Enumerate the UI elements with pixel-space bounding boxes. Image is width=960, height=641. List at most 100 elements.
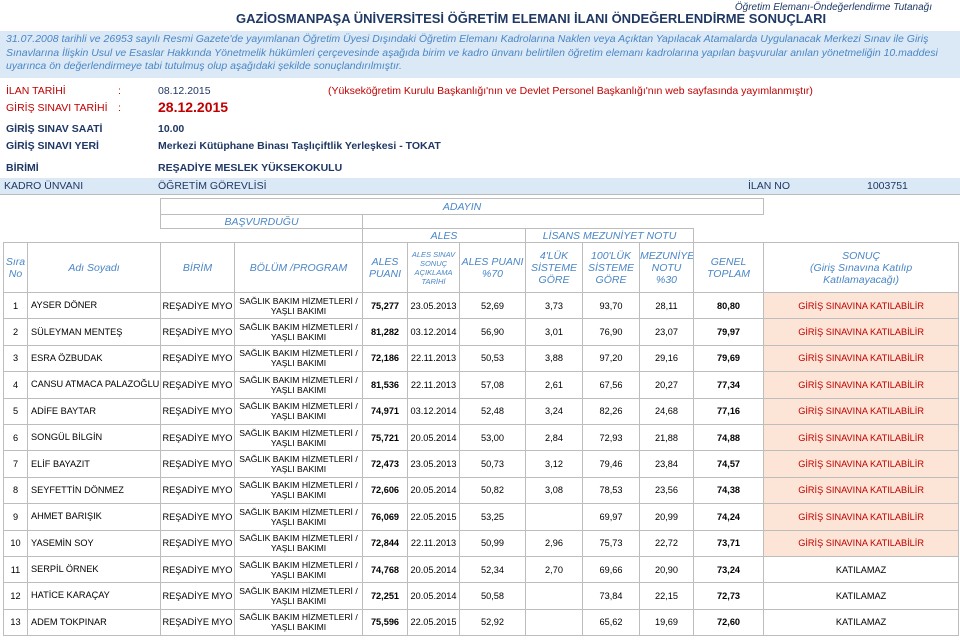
ales-puani-header: ALES PUANI <box>362 242 408 293</box>
mez-line-3: %30 <box>655 273 677 286</box>
row-mezuniyet-30: 20,99 <box>639 503 694 531</box>
ales-sinav-line-3: AÇIKLAMA <box>414 267 453 277</box>
row-name: SÜLEYMAN MENTEŞ <box>27 318 161 346</box>
row-no: 8 <box>3 476 28 505</box>
mez-line-2: NOTU <box>651 261 682 274</box>
kadro-bar: KADRO ÜNVANI ÖĞRETİM GÖREVLİSİ İLAN NO 1… <box>0 178 960 195</box>
row-ales-70: 50,99 <box>459 529 526 557</box>
genel-toplam-header: GENEL TOPLAM <box>692 242 765 293</box>
row-birim: REŞADİYE MYO <box>160 291 235 320</box>
row-dortluk: 2,96 <box>525 529 583 557</box>
row-bolum: SAĞLIK BAKIM HİZMETLERİ / YAŞLI BAKIMI <box>234 450 363 478</box>
row-name: ESRA ÖZBUDAK <box>27 344 161 373</box>
intro-section: 31.07.2008 tarihli ve 26953 sayılı Resmi… <box>0 31 960 78</box>
row-ales-70: 52,92 <box>459 608 526 637</box>
row-bolum: SAĞLIK BAKIM HİZMETLERİ / YAŞLI BAKIMI <box>234 608 363 637</box>
row-ales-70: 53,25 <box>459 503 526 531</box>
row-sonuc: GİRİŞ SINAVINA KATILABİLİR <box>763 318 960 346</box>
row-ales-tarih: 22.11.2013 <box>407 371 460 399</box>
row-yuzluk: 93,70 <box>582 291 640 320</box>
yuzluk-line-1: 100'LÜK <box>591 249 631 262</box>
table-row: 8 SEYFETTİN DÖNMEZ REŞADİYE MYO SAĞLIK BAKI… <box>3 476 960 505</box>
table-row: 1 AYSER DÖNER REŞADİYE MYO SAĞLIK BAKIM HİZ… <box>3 291 960 320</box>
adayin-header: ADAYIN <box>159 198 765 215</box>
table-row: 10 YASEMİN SOY REŞADİYE MYO SAĞLIK BAKIM Hİ… <box>3 529 960 557</box>
row-birim: REŞADİYE MYO <box>160 608 235 637</box>
row-mezuniyet-30: 29,16 <box>639 344 694 373</box>
row-mezuniyet-30: 20,90 <box>639 555 694 584</box>
ales-group-header: ALES <box>362 228 526 243</box>
row-dortluk <box>525 503 583 531</box>
row-ales-tarih: 03.12.2014 <box>407 318 460 346</box>
ales-70-header: ALES PUANI %70 <box>459 242 526 293</box>
page-header: GAZİOSMANPAŞA ÜNİVERSİTESİ ÖĞRETİM ELEMA… <box>0 0 960 30</box>
row-dortluk: 3,88 <box>525 344 583 373</box>
row-name: YASEMİN SOY <box>27 529 161 557</box>
row-bolum: SAĞLIK BAKIM HİZMETLERİ / YAŞLI BAKIMI <box>234 318 363 346</box>
row-ales-puani: 75,596 <box>362 608 408 637</box>
row-ales-tarih: 23.05.2013 <box>407 450 460 478</box>
university-title: GAZİOSMANPAŞA ÜNİVERSİTESİ ÖĞRETİM ELEMA… <box>236 11 827 26</box>
row-mezuniyet-30: 21,88 <box>639 423 694 452</box>
row-sonuc: GİRİŞ SINAVINA KATILABİLİR <box>763 450 960 478</box>
genel-line-1: GENEL <box>710 255 747 268</box>
row-yuzluk: 78,53 <box>582 476 640 505</box>
row-sonuc: GİRİŞ SINAVINA KATILABİLİR <box>763 423 960 452</box>
row-genel-toplam: 73,71 <box>692 529 765 557</box>
row-mezuniyet-30: 20,27 <box>639 371 694 399</box>
row-yuzluk: 75,73 <box>582 529 640 557</box>
row-birim: REŞADİYE MYO <box>160 318 235 346</box>
row-dortluk: 2,84 <box>525 423 583 452</box>
row-ales-puani: 76,069 <box>362 503 408 531</box>
row-ales-puani: 81,536 <box>362 371 408 399</box>
row-name: SEYFETTİN DÖNMEZ <box>27 476 161 505</box>
row-name: ADİFE BAYTAR <box>27 397 161 425</box>
row-mezuniyet-30: 22,15 <box>639 582 694 610</box>
row-dortluk: 3,08 <box>525 476 583 505</box>
table-row: 13 ADEM TOKPINAR REŞADİYE MYO SAĞLIK BAKIM … <box>3 608 960 637</box>
table-row: 7 ELİF BAYAZIT REŞADİYE MYO SAĞLIK BAKIM Hİ… <box>3 450 960 478</box>
row-birim: REŞADİYE MYO <box>160 423 235 452</box>
giris-sinavi-tarihi-colon: : <box>118 102 121 114</box>
basvurdugu-header: BAŞVURDUĞU <box>160 214 363 229</box>
row-genel-toplam: 72,60 <box>692 608 765 637</box>
yuzluk-header: 100'LÜK SİSTEME GÖRE <box>582 242 640 293</box>
row-dortluk: 3,73 <box>525 291 583 320</box>
row-ales-70: 53,00 <box>459 423 526 452</box>
row-sonuc: GİRİŞ SINAVINA KATILABİLİR <box>763 371 960 399</box>
row-ales-tarih: 20.05.2014 <box>407 423 460 452</box>
row-ales-puani: 74,971 <box>362 397 408 425</box>
row-name: SERPİL ÖRNEK <box>27 555 161 584</box>
table-row: 9 AHMET BARIŞIK REŞADİYE MYO SAĞLIK BAKIM H… <box>3 503 960 531</box>
row-dortluk: 3,24 <box>525 397 583 425</box>
bolum-header: BÖLÜM /PROGRAM <box>234 242 363 293</box>
row-ales-70: 50,58 <box>459 582 526 610</box>
sonuc-line-1: SONUÇ <box>842 249 881 262</box>
row-yuzluk: 69,97 <box>582 503 640 531</box>
row-mezuniyet-30: 23,07 <box>639 318 694 346</box>
table-row: 11 SERPİL ÖRNEK REŞADİYE MYO SAĞLIK BAKIM H… <box>3 555 960 584</box>
row-sonuc: GİRİŞ SINAVINA KATILABİLİR <box>763 503 960 531</box>
row-genel-toplam: 73,24 <box>692 555 765 584</box>
row-ales-tarih: 20.05.2014 <box>407 555 460 584</box>
row-ales-puani: 72,606 <box>362 476 408 505</box>
row-no: 5 <box>3 397 28 425</box>
giris-sinav-saati-value: 10.00 <box>158 123 185 135</box>
row-birim: REŞADİYE MYO <box>160 344 235 373</box>
row-dortluk <box>525 582 583 610</box>
row-no: 4 <box>3 371 28 399</box>
results-table: ADAYIN BAŞVURDUĞU ALES LİSANS MEZUNİYET … <box>3 198 960 637</box>
row-dortluk: 2,70 <box>525 555 583 584</box>
ales-70-line-2: %70 <box>481 267 503 280</box>
mezuniyet-header: MEZUNİYETNOTU%30 <box>639 242 694 293</box>
table-header-row-1: ADAYIN <box>4 198 959 215</box>
row-sonuc: GİRİŞ SINAVINA KATILABİLİR <box>763 344 960 373</box>
row-genel-toplam: 74,88 <box>692 423 765 452</box>
ales-sinav-line-2: SONUÇ <box>419 258 448 268</box>
giris-sinavi-tarihi-label: GİRİŞ SINAVI TARİHİ <box>6 102 108 114</box>
row-genel-toplam: 72,73 <box>692 582 765 610</box>
sira-label: Sıra <box>5 255 26 268</box>
row-birim: REŞADİYE MYO <box>160 450 235 478</box>
row-no: 7 <box>3 450 28 478</box>
ales-puani-line-1: ALES <box>371 255 399 268</box>
